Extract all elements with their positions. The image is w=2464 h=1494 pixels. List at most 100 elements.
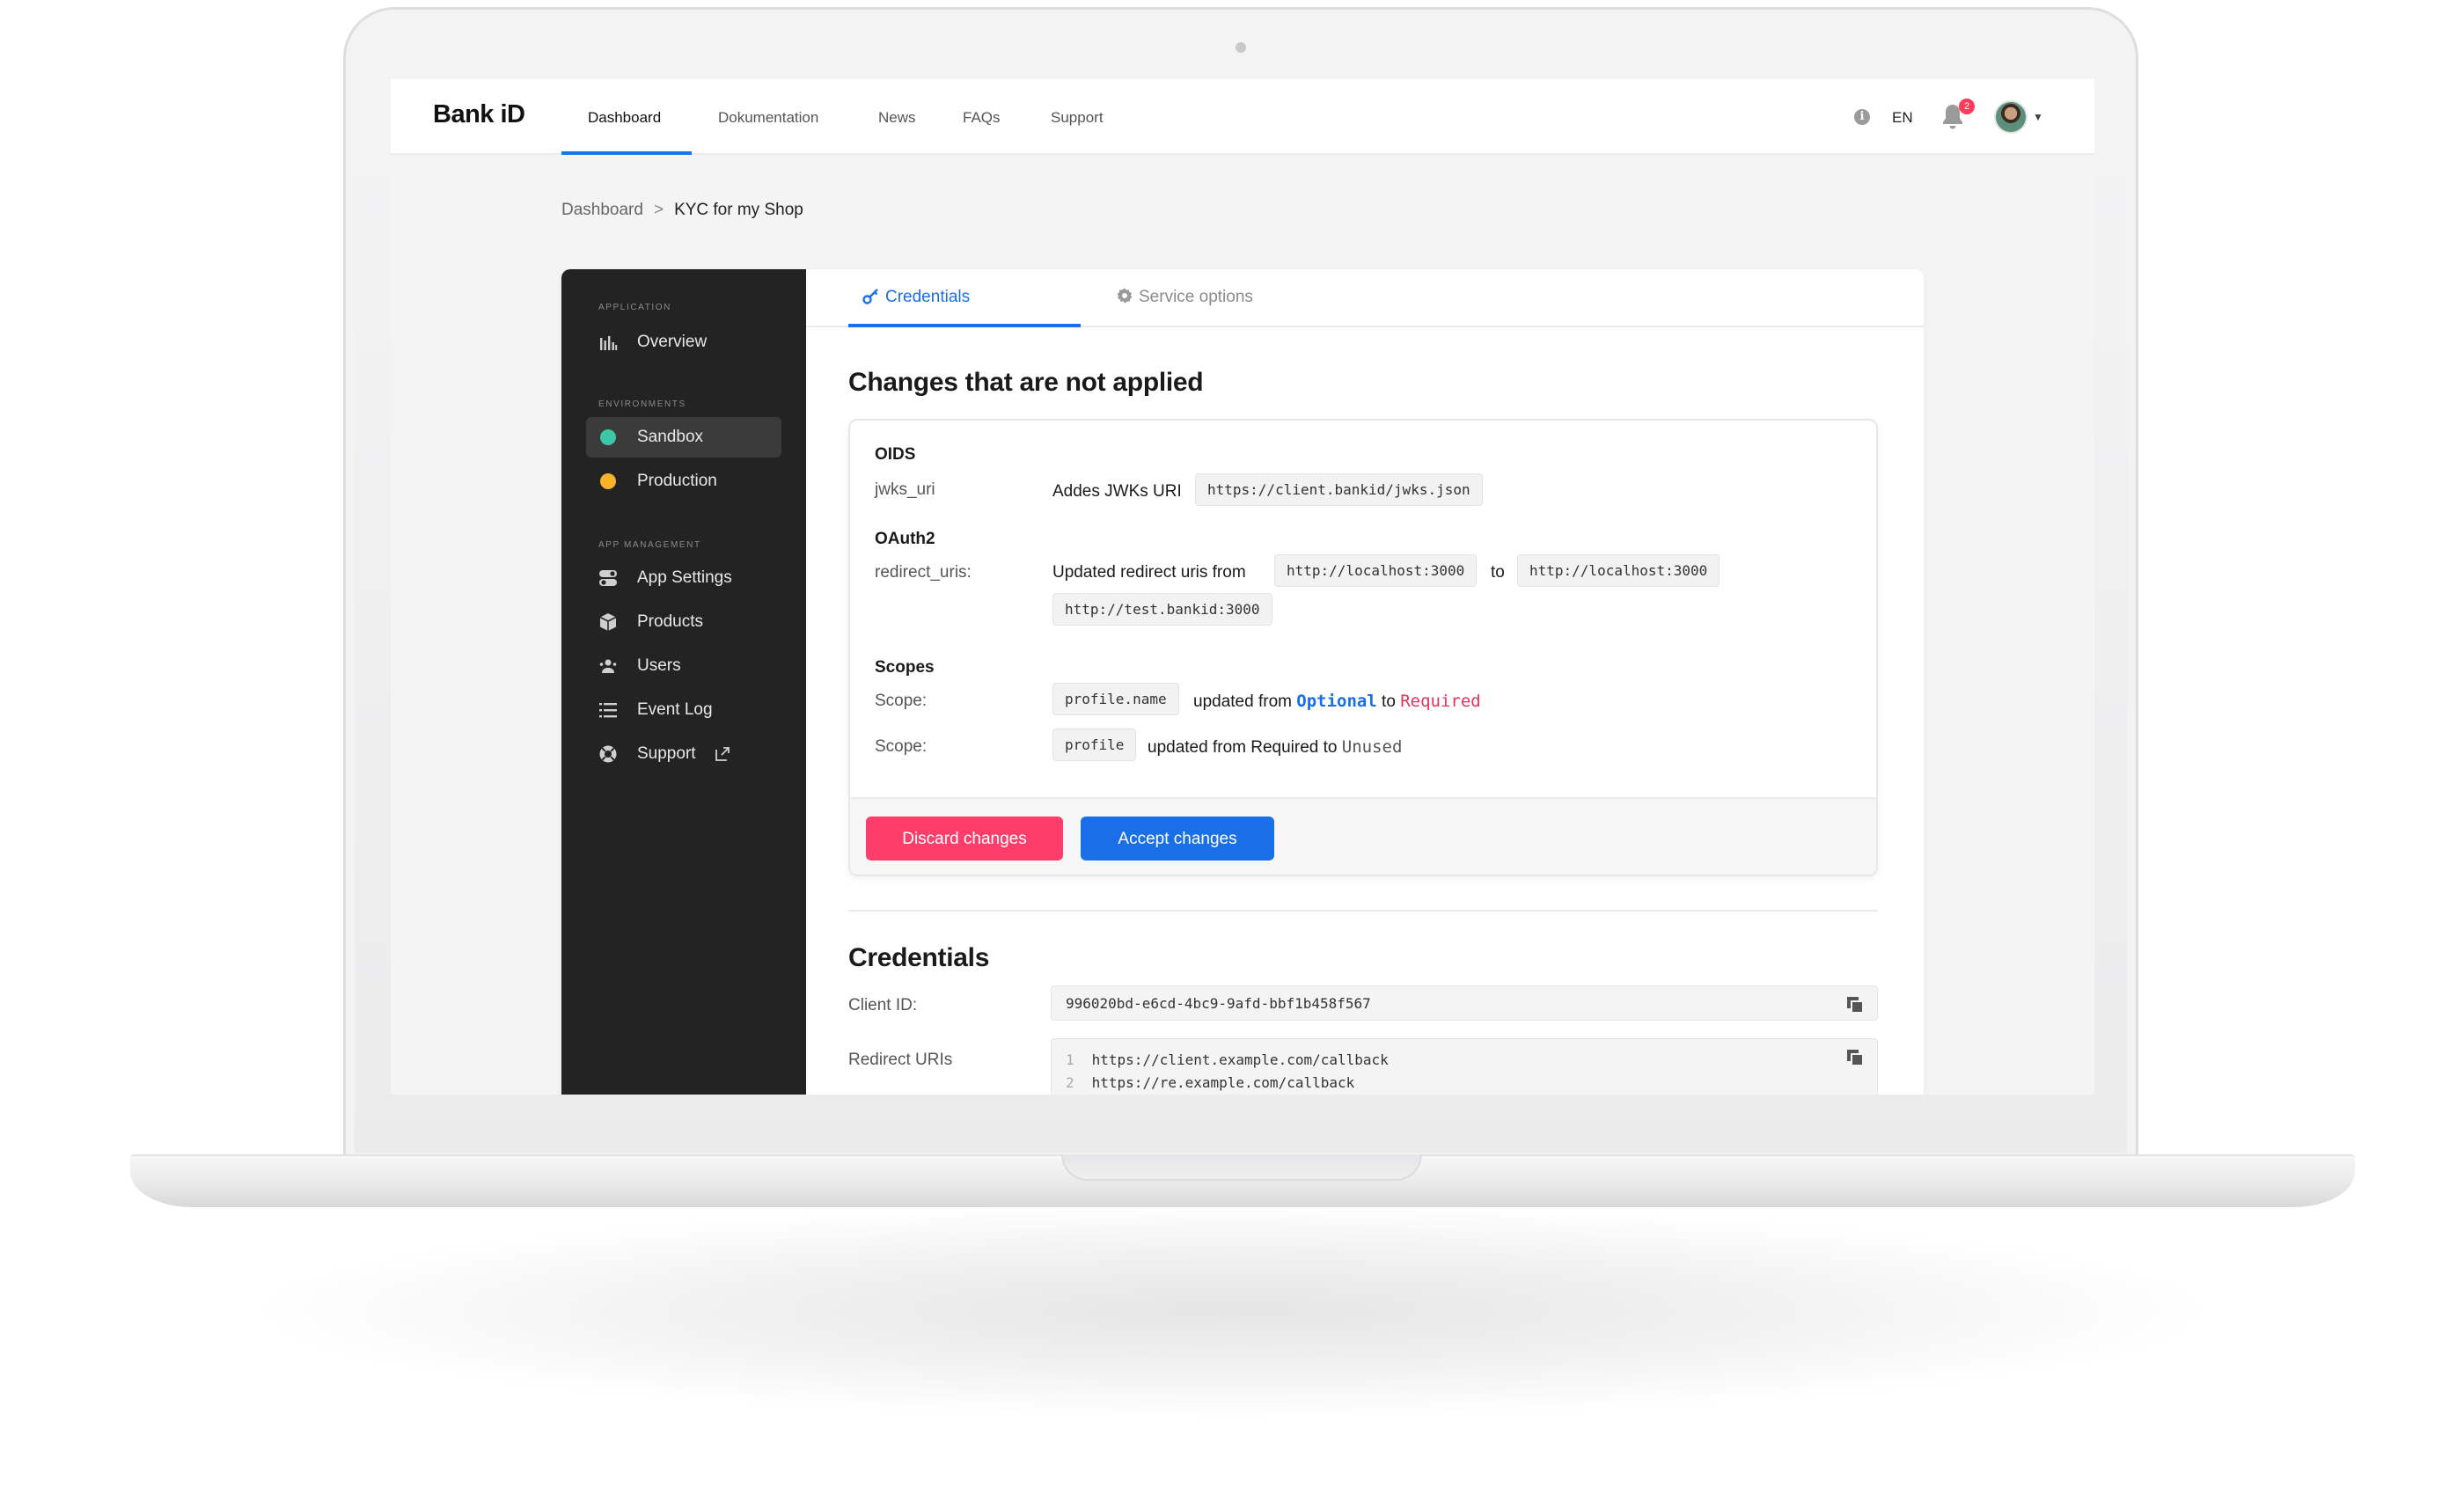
sidebar-item-support[interactable]: Support [586,734,781,774]
sidebar-section-environments: ENVIRONMENTS [598,399,686,409]
sidebar-item-overview[interactable]: Overview [586,322,781,363]
sidebar-item-label: Sandbox [637,428,704,446]
external-link-icon [715,747,730,761]
nav-tab-news[interactable]: News [878,109,916,127]
code-redirect-to: http://localhost:3000 [1517,554,1720,587]
accept-changes-button[interactable]: Accept changes [1081,817,1274,861]
tab-credentials[interactable]: Credentials [862,287,970,307]
redirect-uris-editor[interactable]: 1 https://client.example.com/callback 2 ht… [1051,1038,1878,1095]
client-id-value: 996020bd-e6cd-4bc9-9afd-bbf1b458f567 [1066,995,1371,1012]
key-scope: Scope: [875,737,928,756]
redirect-uri-line: 2 https://re.example.com/callback [1066,1074,1354,1091]
nav-tab-dashboard[interactable]: Dashboard [588,109,661,127]
redirect-uri-value: https://client.example.com/callback [1091,1051,1389,1068]
content-tabs: Credentials Service options [806,269,1924,327]
line-number: 2 [1066,1074,1074,1091]
scope-to-word: to [1382,692,1396,711]
chevron-down-icon[interactable]: ▼ [2033,111,2043,123]
breadcrumb-current: KYC for my Shop [674,201,803,219]
sidebar-item-products[interactable]: Products [586,602,781,642]
scope-updated-from: updated from Required to [1148,738,1338,757]
breadcrumb-root[interactable]: Dashboard [561,201,643,219]
users-icon [599,659,617,673]
breadcrumb: Dashboard > KYC for my Shop [561,201,803,220]
status-dot [600,473,616,489]
scope-updated-from: updated from [1193,692,1292,711]
laptop-notch [1061,1154,1422,1181]
key-redirect-uris: redirect_uris: [875,563,972,582]
laptop-shadow [264,1205,2200,1417]
code-jwks-uri: https://client.bankid/jwks.json [1195,473,1483,506]
screen: Bank iD Dashboard Dokumentation News FAQ… [391,79,2094,1095]
camera-dot [1236,42,1246,53]
language-selector[interactable]: EN [1892,109,1913,127]
scope-to-value: Unused [1341,737,1403,757]
tab-label: Service options [1139,288,1253,306]
list-icon [599,703,617,718]
sidebar-item-label: Users [637,656,681,675]
key-icon [862,289,878,304]
changes-title: Changes that are not applied [848,368,1204,397]
group-oids: OIDS [875,445,916,464]
sidebar-item-sandbox[interactable]: Sandbox [586,417,781,458]
sidebar-item-app-settings[interactable]: App Settings [586,558,781,598]
avatar[interactable] [1994,100,2028,134]
scope-change-text: updated from Optional to Required [1193,692,1481,712]
scope-change-text: updated from Required to Unused [1148,737,1402,758]
scope-to-value: Required [1400,692,1481,711]
client-id-label: Client ID: [848,996,918,1014]
oids-change-text: Addes JWKs URI [1052,482,1182,501]
app-card: APPLICATION Overview ENVIRONMENTS Sandbo… [561,269,1924,1095]
top-nav: Bank iD Dashboard Dokumentation News FAQ… [391,79,2094,155]
credentials-title: Credentials [848,943,990,972]
line-number: 1 [1066,1051,1074,1068]
gear-icon [1117,288,1133,304]
lifebuoy-icon [599,745,617,763]
code-scope-profile-name: profile.name [1052,683,1179,715]
sidebar-item-event-log[interactable]: Event Log [586,690,781,730]
nav-tab-dokumentation[interactable]: Dokumentation [718,109,818,127]
section-divider [848,910,1878,912]
nav-tab-support[interactable]: Support [1051,109,1104,127]
tab-service-options[interactable]: Service options [1116,287,1253,307]
bar-chart-icon [600,336,618,350]
nav-tab-faqs[interactable]: FAQs [963,109,1001,127]
client-id-field[interactable]: 996020bd-e6cd-4bc9-9afd-bbf1b458f567 [1051,985,1878,1021]
sidebar-item-label: Support [637,744,696,763]
breadcrumb-separator: > [653,201,664,219]
sidebar-item-production[interactable]: Production [586,461,781,502]
redirect-uri-value: https://re.example.com/callback [1091,1074,1355,1091]
key-jwks-uri: jwks_uri [875,480,935,499]
sidebar-item-label: App Settings [637,568,732,587]
changes-actions: Discard changes Accept changes [850,797,1876,875]
sidebar-section-app-management: APP MANAGEMENT [598,540,701,550]
redirect-uri-line: 1 https://client.example.com/callback [1066,1051,1389,1068]
redirect-uris-label: Redirect URIs [848,1051,953,1069]
scope-from-value: Optional [1296,692,1377,711]
tab-label: Credentials [885,288,971,306]
status-dot [600,429,616,445]
main-pane: Credentials Service options Changes that… [806,269,1924,1095]
oauth2-change-text: Updated redirect uris from [1052,563,1246,582]
key-scope: Scope: [875,692,928,710]
sidebar-item-users[interactable]: Users [586,646,781,686]
app-logo[interactable]: Bank iD [433,100,525,129]
sidebar-item-label: Production [637,472,717,490]
notification-badge: 2 [1959,99,1975,114]
sidebar-item-label: Products [637,612,703,631]
group-scopes: Scopes [875,658,935,677]
copy-icon[interactable] [1845,995,1865,1014]
box-icon [599,613,617,631]
sidebar-item-label: Event Log [637,700,713,719]
oauth2-to-text: to [1491,563,1505,582]
sidebar-section-application: APPLICATION [598,303,671,312]
info-icon[interactable]: i [1854,109,1870,125]
copy-icon[interactable] [1845,1048,1865,1067]
nav-active-indicator [561,151,692,155]
code-redirect-to-extra: http://test.bankid:3000 [1052,593,1272,626]
toggle-icon [599,570,617,586]
discard-changes-button[interactable]: Discard changes [866,817,1063,861]
tab-active-indicator [848,324,1081,327]
code-scope-profile: profile [1052,729,1137,761]
sidebar-item-label: Overview [637,333,708,351]
